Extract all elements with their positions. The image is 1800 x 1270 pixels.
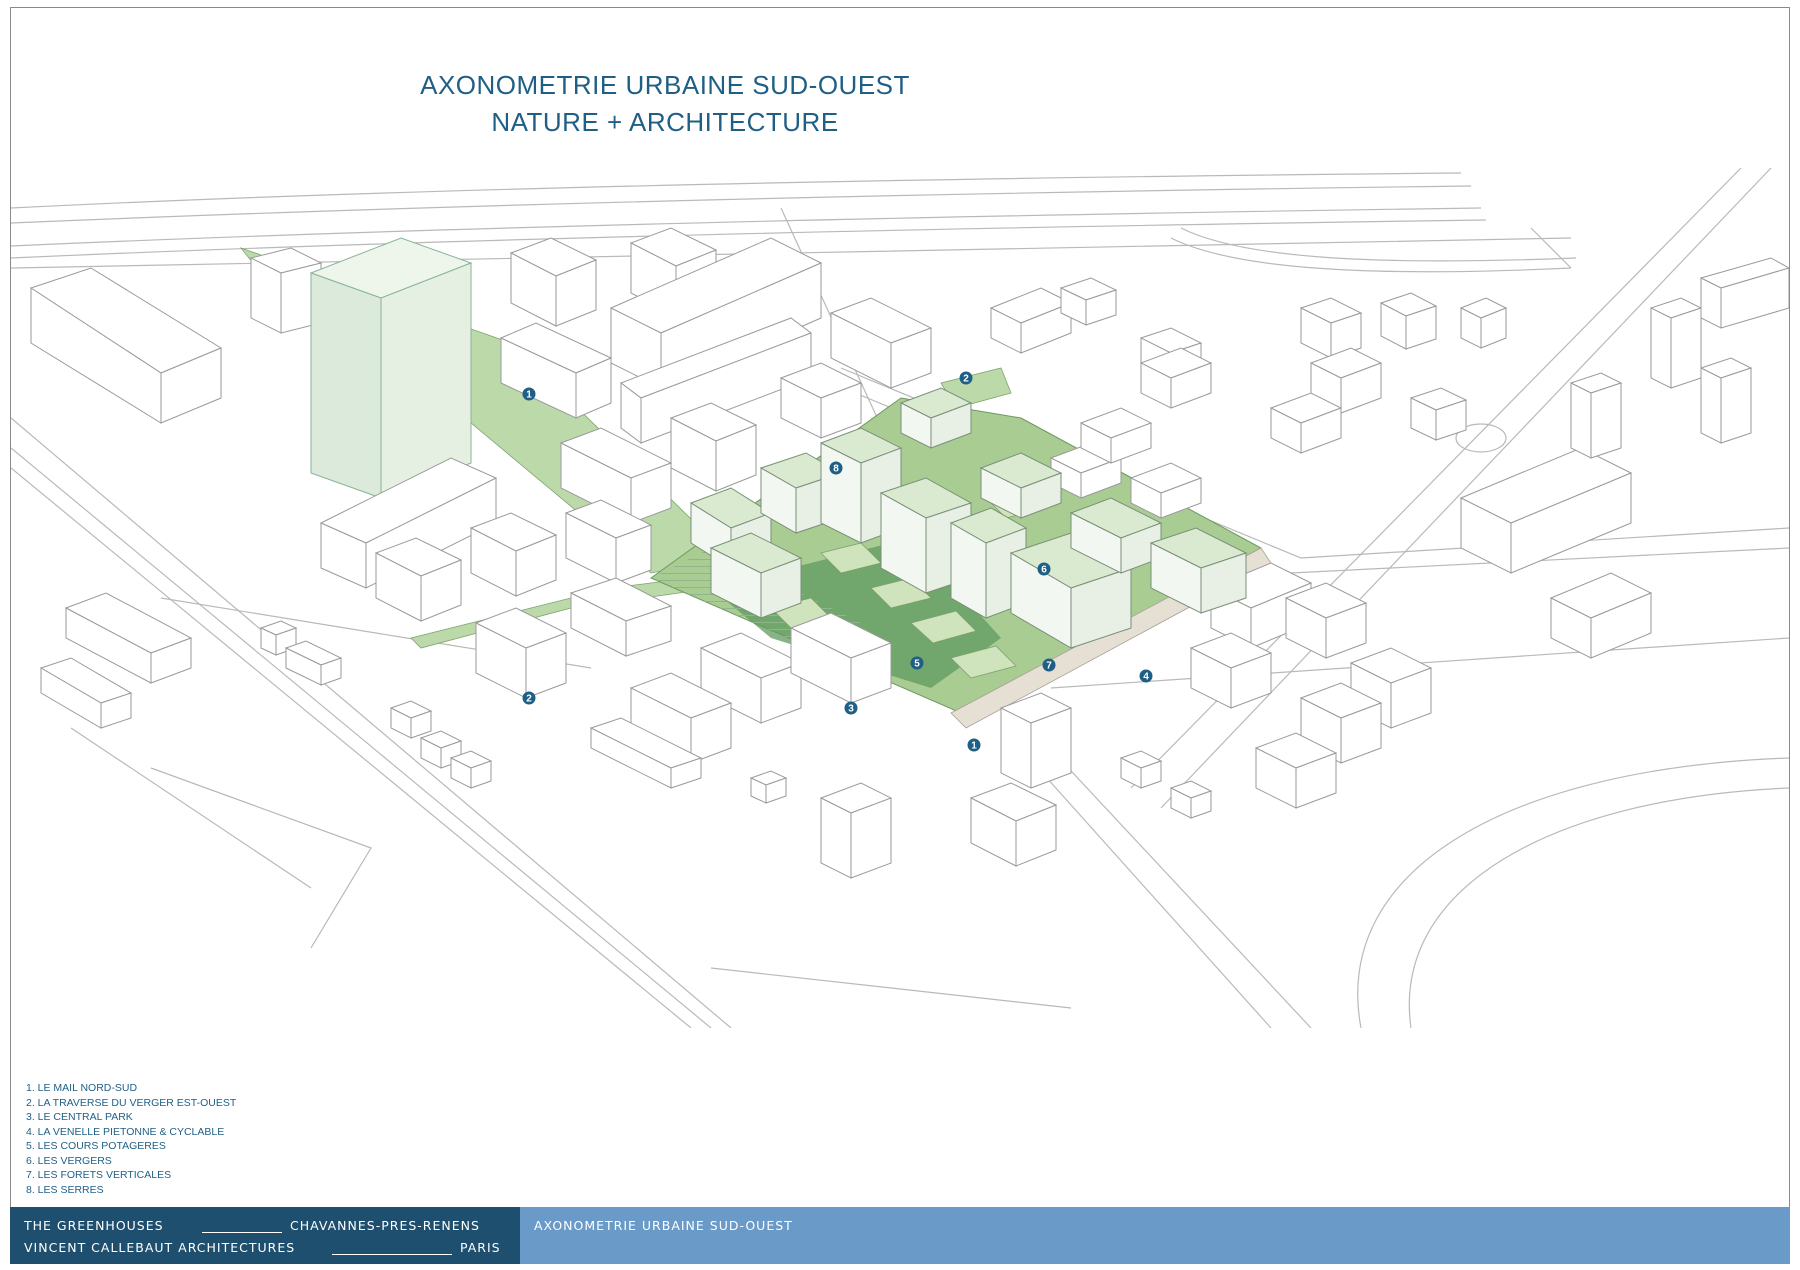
marker-8: 8 [829,461,843,475]
building [969,782,1058,867]
building [999,692,1073,789]
title-strip: THE GREENHOUSES CHAVANNES-PRES-RENENS VI… [10,1207,1790,1264]
marker-3: 3 [844,701,858,715]
marker-7: 7 [1042,658,1056,672]
building [1409,387,1468,441]
project-name: THE GREENHOUSES [24,1218,164,1233]
architect-name: VINCENT CALLEBAUT ARCHITECTURES [24,1240,296,1255]
marker-2: 2 [959,371,973,385]
page-title: AXONOMETRIE URBAINE SUD-OUEST [420,70,910,100]
architect-city: PARIS [460,1240,501,1255]
title-block: AXONOMETRIE URBAINE SUD-OUEST NATURE + A… [0,70,1330,138]
tower [309,237,473,499]
building [449,750,493,789]
legend: 1. LE MAIL NORD-SUD 2. LA TRAVERSE DU VE… [26,1081,236,1197]
building [1169,780,1213,819]
marker-label: 3 [848,704,854,715]
marker-label: 2 [963,374,969,385]
building [284,640,343,686]
building [469,512,558,597]
building [829,297,933,389]
building [1459,297,1508,349]
divider-rule [332,1254,452,1255]
building [1379,292,1438,350]
legend-item: 2. LA TRAVERSE DU VERGER EST-OUEST [26,1096,237,1109]
building [1649,297,1703,389]
building [749,770,788,804]
building [1119,750,1163,789]
building [39,657,133,729]
marker-1: 1 [522,387,536,401]
divider-rule [202,1232,282,1233]
legend-item: 3. LE CENTRAL PARK [26,1111,133,1123]
marker-6: 6 [1037,562,1051,576]
building [779,362,863,439]
marker-1: 1 [967,738,981,752]
marker-label: 1 [971,741,977,752]
legend-item: 7. LES FORETS VERTICALES [26,1169,172,1181]
marker-label: 2 [526,694,532,705]
building [1284,582,1368,659]
legend-item: 1. LE MAIL NORD-SUD [26,1082,138,1094]
building [1699,357,1753,444]
page-subtitle: NATURE + ARCHITECTURE [491,107,839,137]
marker-label: 5 [914,659,920,670]
building [1699,257,1789,329]
building [989,287,1073,354]
marker-5: 5 [910,656,924,670]
sheet-title: AXONOMETRIE URBAINE SUD-OUEST [534,1218,793,1233]
axonometric-map: 1 2 2 8 6 5 7 3 1 4 [11,168,1789,1028]
marker-2: 2 [522,691,536,705]
sheet-title-block: AXONOMETRIE URBAINE SUD-OUEST [520,1207,1790,1264]
building [509,237,598,327]
marker-label: 8 [833,464,839,475]
legend-item: 5. LES COURS POTAGERES [26,1140,166,1152]
marker-label: 7 [1046,661,1052,672]
project-location: CHAVANNES-PRES-RENENS [290,1218,480,1233]
building [389,700,433,739]
building [1569,372,1623,459]
legend-item: 8. LES SERRES [26,1183,104,1196]
legend-item: 4. LA VENELLE PIETONNE & CYCLABLE [26,1125,225,1138]
building [374,537,463,622]
building [474,607,568,699]
marker-label: 1 [526,390,532,401]
building [1549,572,1653,659]
project-info-block: THE GREENHOUSES CHAVANNES-PRES-RENENS VI… [10,1207,520,1264]
marker-label: 6 [1041,565,1047,576]
building [819,782,893,879]
legend-item: 6. LES VERGERS [26,1154,112,1167]
marker-4: 4 [1139,669,1153,683]
building [669,402,758,492]
building [29,267,223,424]
marker-label: 4 [1143,672,1149,683]
